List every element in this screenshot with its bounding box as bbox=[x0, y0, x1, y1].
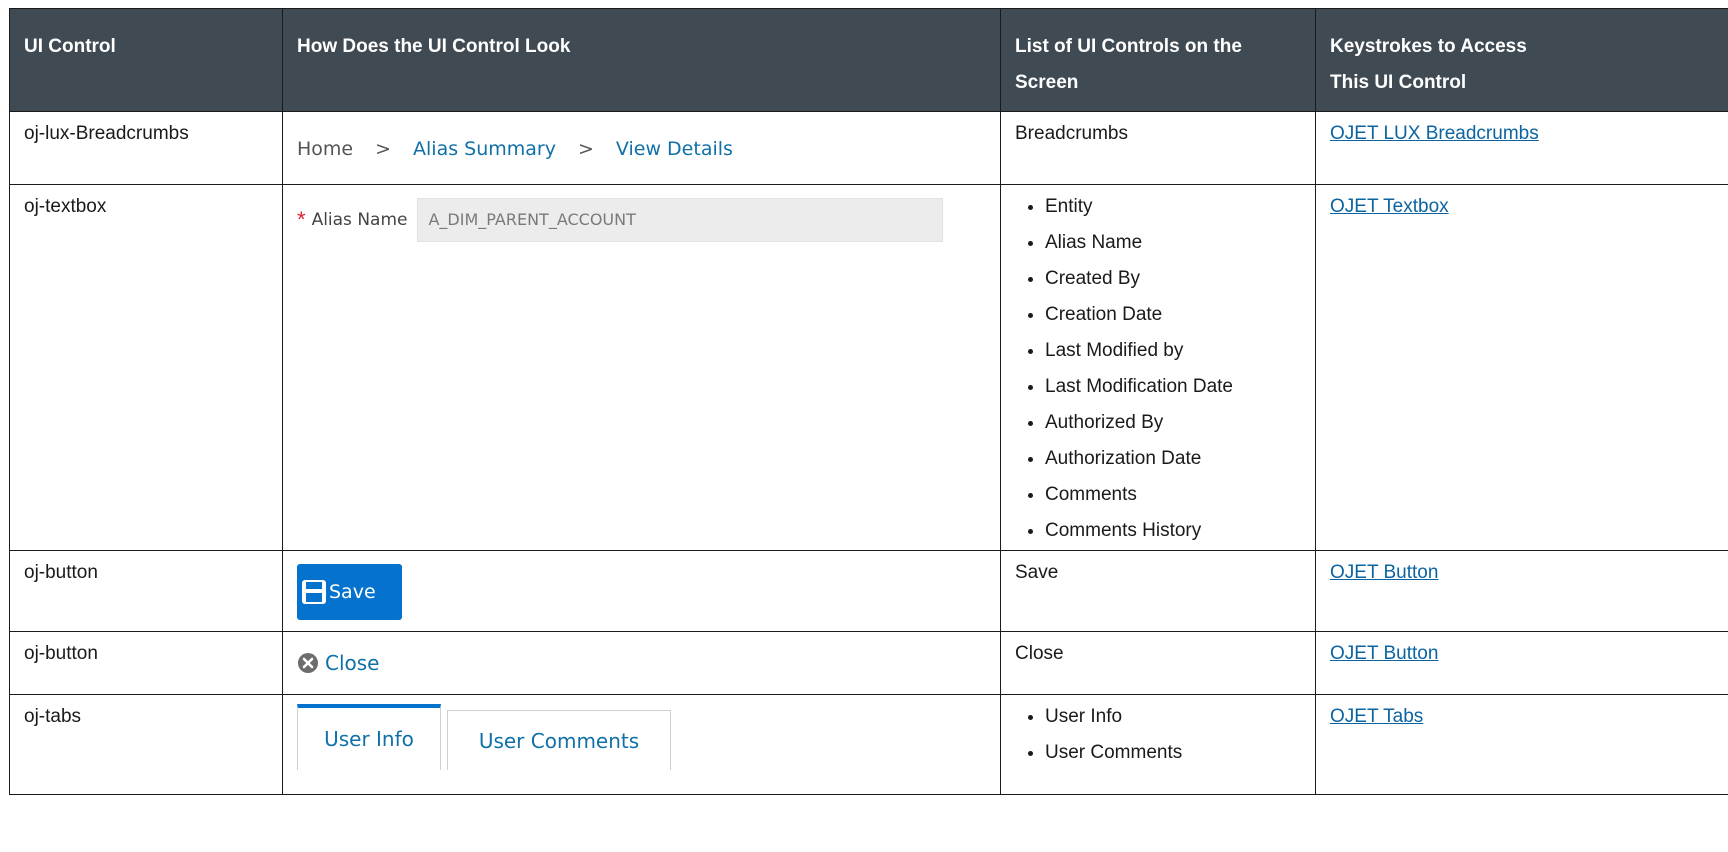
header-ui-control-label: UI Control bbox=[24, 36, 116, 57]
controls-list-cell: Breadcrumbs bbox=[1000, 111, 1316, 185]
header-keystrokes: Keystrokes to Access This UI Control bbox=[1315, 8, 1728, 112]
header-keystrokes-line2: This UI Control bbox=[1330, 72, 1467, 93]
preview-cell: * Alias Name A_DIM_PARENT_ACCOUNT bbox=[282, 184, 1001, 551]
controls-list-text: Save bbox=[1015, 562, 1059, 583]
controls-list: User Info User Comments bbox=[1015, 699, 1301, 771]
breadcrumb: Home > Alias Summary > View Details bbox=[297, 117, 986, 167]
table-row: oj-button Save Save OJET Button bbox=[9, 550, 1728, 632]
controls-list-text: Close bbox=[1015, 643, 1064, 664]
alias-name-field: * Alias Name A_DIM_PARENT_ACCOUNT bbox=[297, 190, 986, 242]
preview-cell: User Info User Comments bbox=[282, 694, 1001, 795]
list-item: Authorized By bbox=[1045, 405, 1301, 441]
doc-link[interactable]: OJET Button bbox=[1330, 562, 1438, 583]
header-ui-control: UI Control bbox=[9, 8, 283, 112]
controls-list-cell: Close bbox=[1000, 631, 1316, 695]
header-control-look: How Does the UI Control Look bbox=[282, 8, 1001, 112]
list-item: Created By bbox=[1045, 261, 1301, 297]
alias-name-input[interactable]: A_DIM_PARENT_ACCOUNT bbox=[417, 198, 944, 242]
tab-bar: User Info User Comments bbox=[297, 704, 986, 770]
preview-cell: Close bbox=[282, 631, 1001, 695]
list-item: Creation Date bbox=[1045, 297, 1301, 333]
table-row: oj-textbox * Alias Name A_DIM_PARENT_ACC… bbox=[9, 184, 1728, 551]
header-control-look-label: How Does the UI Control Look bbox=[297, 36, 571, 57]
control-name: oj-button bbox=[24, 643, 98, 664]
list-item: Comments History bbox=[1045, 513, 1301, 549]
control-name-cell: oj-button bbox=[9, 631, 283, 695]
list-item: User Info bbox=[1045, 699, 1301, 735]
ui-controls-table: UI Control How Does the UI Control Look … bbox=[9, 8, 1728, 795]
control-name-cell: oj-textbox bbox=[9, 184, 283, 551]
control-name: oj-lux-Breadcrumbs bbox=[24, 123, 189, 144]
list-item: Authorization Date bbox=[1045, 441, 1301, 477]
list-item: Entity bbox=[1045, 189, 1301, 225]
document-page: UI Control How Does the UI Control Look … bbox=[0, 0, 1728, 852]
keystroke-cell: OJET LUX Breadcrumbs bbox=[1315, 111, 1728, 185]
list-item: Last Modification Date bbox=[1045, 369, 1301, 405]
controls-list-cell: Entity Alias Name Created By Creation Da… bbox=[1000, 184, 1316, 551]
controls-list-text: Breadcrumbs bbox=[1015, 123, 1128, 144]
tab-user-comments[interactable]: User Comments bbox=[447, 710, 671, 770]
chevron-right-icon: > bbox=[375, 138, 392, 160]
table-row: oj-button Close Close OJET Button bbox=[9, 631, 1728, 695]
control-name-cell: oj-tabs bbox=[9, 694, 283, 795]
breadcrumb-alias-summary[interactable]: Alias Summary bbox=[413, 131, 556, 167]
required-asterisk: * bbox=[297, 207, 306, 232]
alias-name-label: Alias Name bbox=[311, 210, 408, 230]
list-item: Comments bbox=[1045, 477, 1301, 513]
header-controls-list: List of UI Controls on the Screen bbox=[1000, 8, 1316, 112]
save-button-label: Save bbox=[329, 581, 376, 603]
control-name: oj-tabs bbox=[24, 706, 82, 727]
tab-user-info[interactable]: User Info bbox=[297, 704, 441, 770]
doc-link[interactable]: OJET Button bbox=[1330, 643, 1438, 664]
save-button[interactable]: Save bbox=[297, 564, 402, 620]
close-button[interactable]: Close bbox=[297, 645, 986, 681]
list-item: User Comments bbox=[1045, 735, 1301, 771]
doc-link[interactable]: OJET Textbox bbox=[1330, 196, 1449, 217]
header-controls-list-line1: List of UI Controls on the bbox=[1015, 36, 1242, 57]
control-name: oj-textbox bbox=[24, 196, 107, 217]
controls-list-cell: User Info User Comments bbox=[1000, 694, 1316, 795]
keystroke-cell: OJET Textbox bbox=[1315, 184, 1728, 551]
chevron-right-icon: > bbox=[578, 138, 594, 160]
preview-cell: Home > Alias Summary > View Details bbox=[282, 111, 1001, 185]
table-row: oj-tabs User Info User Comments User Inf… bbox=[9, 694, 1728, 795]
header-controls-list-line2: Screen bbox=[1015, 72, 1079, 93]
list-item: Last Modified by bbox=[1045, 333, 1301, 369]
breadcrumb-home[interactable]: Home bbox=[297, 131, 353, 167]
control-name-cell: oj-lux-Breadcrumbs bbox=[9, 111, 283, 185]
close-button-label: Close bbox=[325, 651, 380, 675]
controls-list: Entity Alias Name Created By Creation Da… bbox=[1015, 189, 1301, 549]
control-name-cell: oj-button bbox=[9, 550, 283, 632]
doc-link[interactable]: OJET LUX Breadcrumbs bbox=[1330, 123, 1539, 144]
list-item: Alias Name bbox=[1045, 225, 1301, 261]
keystroke-cell: OJET Button bbox=[1315, 550, 1728, 632]
table-header-row: UI Control How Does the UI Control Look … bbox=[9, 8, 1728, 112]
keystroke-cell: OJET Tabs bbox=[1315, 694, 1728, 795]
save-disk-icon bbox=[301, 579, 327, 605]
control-name: oj-button bbox=[24, 562, 98, 583]
breadcrumb-view-details[interactable]: View Details bbox=[616, 131, 733, 167]
preview-cell: Save bbox=[282, 550, 1001, 632]
header-keystrokes-line1: Keystrokes to Access bbox=[1330, 36, 1527, 57]
table-row: oj-lux-Breadcrumbs Home > Alias Summary … bbox=[9, 111, 1728, 185]
keystroke-cell: OJET Button bbox=[1315, 631, 1728, 695]
close-circle-icon bbox=[297, 652, 319, 674]
doc-link[interactable]: OJET Tabs bbox=[1330, 706, 1423, 727]
controls-list-cell: Save bbox=[1000, 550, 1316, 632]
